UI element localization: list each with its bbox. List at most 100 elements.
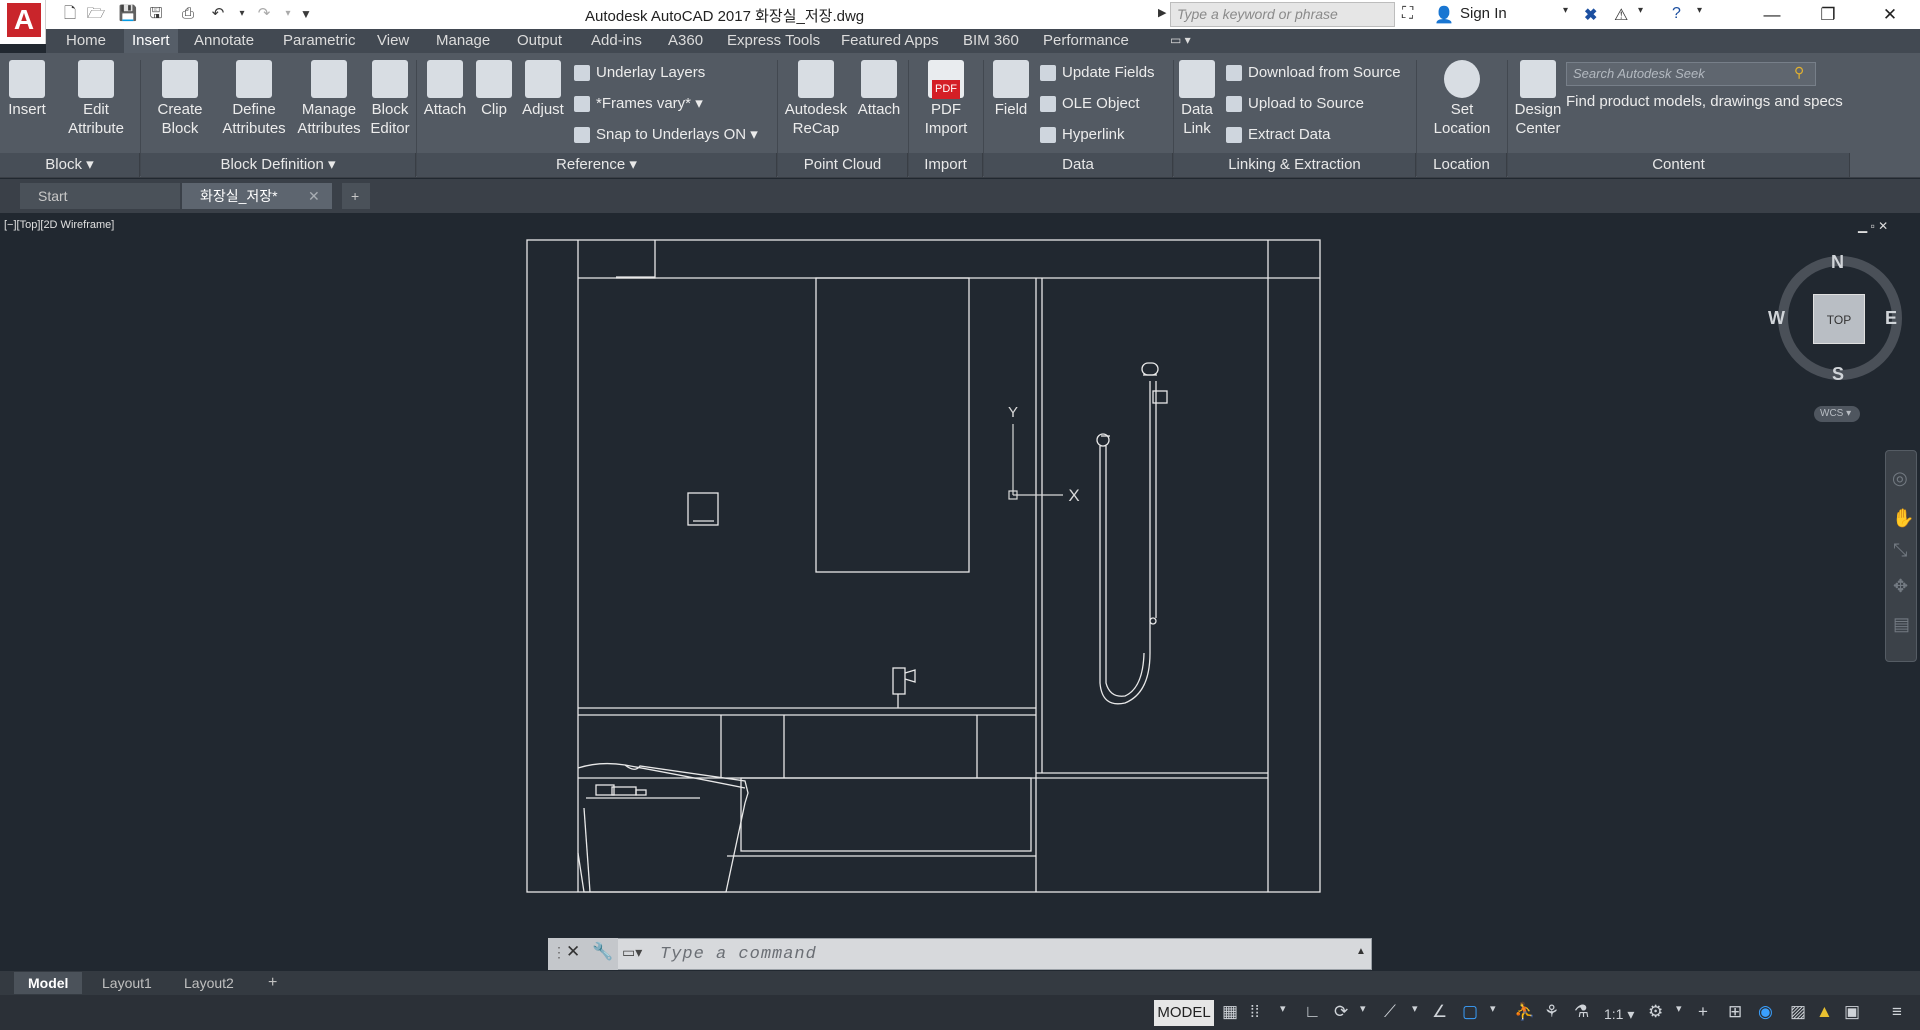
snap-to-underlays-dropdown[interactable]: Snap to Underlays ON ▾ (574, 126, 758, 144)
compass-north[interactable]: N (1831, 252, 1844, 273)
sign-in-dropdown-icon[interactable]: ▾ (1563, 5, 1568, 16)
exchange-apps-icon[interactable]: ✖ (1584, 5, 1597, 25)
customization-menu-icon[interactable]: ≡ (1892, 1002, 1902, 1022)
annotation-visibility-icon[interactable]: ⛹ (1514, 1002, 1535, 1022)
search-expand-icon[interactable]: ▶ (1158, 6, 1166, 19)
upload-to-source-button[interactable]: Upload to Source (1226, 95, 1364, 113)
open-file-icon[interactable]: 🗁 (86, 4, 106, 24)
tab-layout1[interactable]: Layout1 (88, 972, 166, 994)
steering-wheel-icon[interactable]: ◎ (1892, 468, 1908, 489)
ortho-icon[interactable]: ∟ (1304, 1002, 1321, 1022)
annotation-monitor-icon[interactable]: + (1698, 1002, 1708, 1022)
print-icon[interactable]: ⎙ (178, 4, 198, 24)
cmdline-customize-icon[interactable]: 🔧 (592, 942, 613, 962)
recent-commands-icon[interactable]: ▭▾ (622, 944, 642, 961)
help-dropdown-icon[interactable]: ▾ (1697, 5, 1702, 16)
clip-button[interactable]: Clip (474, 60, 514, 119)
tab-output[interactable]: Output (509, 29, 570, 53)
frames-vary-dropdown[interactable]: *Frames vary* ▾ (574, 95, 703, 113)
clean-screen-icon[interactable]: ▣ (1844, 1002, 1860, 1022)
snap-mode-icon[interactable]: ⁞⁞ (1250, 1002, 1259, 1022)
add-layout-icon[interactable]: + (254, 972, 291, 994)
new-file-icon[interactable]: 🗋 (60, 4, 80, 24)
manage-attributes-button[interactable]: Manage Attributes (294, 60, 364, 138)
compass-west[interactable]: W (1768, 308, 1785, 329)
isolate-objects-icon[interactable]: ▲ (1816, 1002, 1833, 1022)
application-menu-button[interactable]: A (0, 0, 46, 44)
cmdline-grip-icon[interactable]: ⋮ (552, 944, 566, 961)
pan-icon[interactable]: ✋ (1892, 508, 1914, 529)
tab-manage[interactable]: Manage (428, 29, 498, 53)
a360-icon[interactable]: ⚠ (1614, 5, 1628, 25)
minimize-button[interactable]: — (1744, 0, 1800, 29)
snap-dropdown-icon[interactable]: ▾ (1280, 1002, 1286, 1015)
tab-featured-apps[interactable]: Featured Apps (833, 29, 947, 53)
undo-dropdown-icon[interactable]: ▾ (232, 4, 252, 24)
design-center-button[interactable]: Design Center (1510, 60, 1566, 138)
command-history-icon[interactable]: ▲ (1356, 946, 1366, 957)
seek-search-input[interactable]: Search Autodesk Seek (1566, 62, 1816, 86)
insert-button[interactable]: Insert (4, 60, 50, 119)
binoculars-icon[interactable]: ⛶ (1402, 5, 1413, 23)
help-icon[interactable]: ? (1672, 5, 1681, 23)
undo-icon[interactable]: ↶ (208, 4, 228, 24)
showmotion-icon[interactable]: ▤ (1893, 614, 1910, 635)
annotation-scale-dropdown[interactable]: 1:1 ▾ (1604, 1006, 1634, 1023)
adjust-button[interactable]: Adjust (518, 60, 568, 119)
hyperlink-button[interactable]: Hyperlink (1040, 126, 1125, 144)
isometric-dropdown-icon[interactable]: ▾ (1412, 1002, 1418, 1015)
customize-qat-icon[interactable]: ▼ (296, 4, 316, 24)
tab-performance[interactable]: Performance (1035, 29, 1137, 53)
graphics-performance-icon[interactable]: ▨ (1790, 1002, 1806, 1022)
close-window-button[interactable]: ✕ (1862, 0, 1918, 29)
command-input[interactable]: Type a command (660, 945, 817, 964)
create-block-button[interactable]: Create Block (152, 60, 208, 138)
close-tab-icon[interactable]: ✕ (308, 183, 320, 209)
redo-icon[interactable]: ↷ (254, 4, 274, 24)
tab-home[interactable]: Home (58, 29, 114, 53)
compass-east[interactable]: E (1885, 308, 1897, 329)
new-tab-icon[interactable]: + (342, 183, 370, 209)
workspace-gear-icon[interactable]: ⚙ (1648, 1002, 1663, 1022)
panel-title-reference[interactable]: Reference ▾ (417, 153, 777, 177)
tab-parametric[interactable]: Parametric (275, 29, 364, 53)
download-from-source-button[interactable]: Download from Source (1226, 64, 1401, 82)
tab-express-tools[interactable]: Express Tools (719, 29, 828, 53)
underlay-layers-button[interactable]: Underlay Layers (574, 64, 705, 82)
quick-properties-icon[interactable]: ◉ (1758, 1002, 1773, 1022)
model-space-button[interactable]: MODEL (1154, 1000, 1214, 1026)
orbit-icon[interactable]: ✥ (1893, 576, 1908, 597)
panel-title-block[interactable]: Block ▾ (0, 153, 140, 177)
block-editor-button[interactable]: Block Editor (368, 60, 412, 138)
object-snap-dropdown-icon[interactable]: ▾ (1490, 1002, 1496, 1015)
field-button[interactable]: Field (988, 60, 1034, 119)
annotation-scale-icon[interactable]: ⚗ (1574, 1002, 1589, 1022)
help-search-input[interactable]: Type a keyword or phrase (1170, 2, 1395, 27)
start-tab[interactable]: Start (20, 183, 180, 209)
drawing-tab[interactable]: 화장실_저장* ✕ (182, 183, 332, 209)
save-icon[interactable]: 💾 (118, 4, 138, 24)
tab-insert[interactable]: Insert (124, 29, 178, 53)
a360-dropdown-icon[interactable]: ▾ (1638, 5, 1643, 16)
extract-data-button[interactable]: Extract Data (1226, 126, 1331, 144)
units-icon[interactable]: ⊞ (1728, 1002, 1742, 1022)
tab-model[interactable]: Model (14, 972, 83, 994)
panel-title-block-definition[interactable]: Block Definition ▾ (141, 153, 416, 177)
define-attributes-button[interactable]: Define Attributes (218, 60, 290, 138)
redo-dropdown-icon[interactable]: ▾ (278, 4, 298, 24)
polar-dropdown-icon[interactable]: ▾ (1360, 1002, 1366, 1015)
grid-icon[interactable]: ▦ (1222, 1002, 1238, 1022)
tab-layout2[interactable]: Layout2 (170, 972, 248, 994)
update-fields-button[interactable]: Update Fields (1040, 64, 1155, 82)
zoom-extents-icon[interactable]: ⤡ (1893, 540, 1907, 561)
autodesk-recap-button[interactable]: Autodesk ReCap (780, 60, 852, 138)
data-link-button[interactable]: Data Link (1176, 60, 1218, 138)
tab-view[interactable]: View (369, 29, 417, 53)
save-as-icon[interactable]: 🖫 (146, 4, 166, 24)
seek-search-icon[interactable]: ⚲ (1794, 64, 1804, 81)
auto-scale-icon[interactable]: ⚘ (1544, 1002, 1559, 1022)
object-snap-tracking-icon[interactable]: ∠ (1432, 1002, 1447, 1022)
tab-bim-360[interactable]: BIM 360 (955, 29, 1027, 53)
tab-add-ins[interactable]: Add-ins (583, 29, 650, 53)
ole-object-button[interactable]: OLE Object (1040, 95, 1140, 113)
